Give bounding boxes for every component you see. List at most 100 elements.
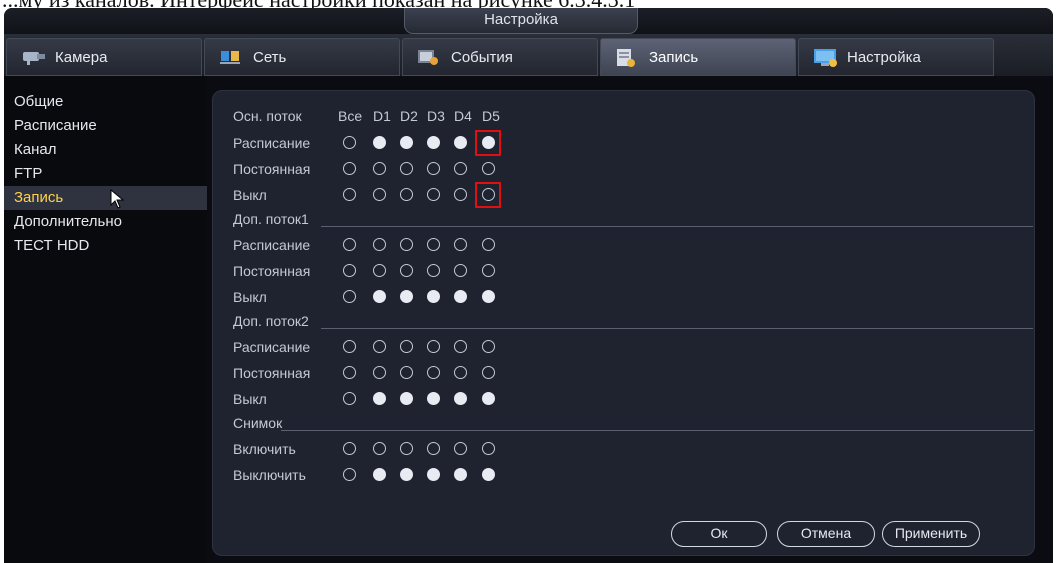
radio-d1[interactable] (373, 442, 386, 455)
radio-d1[interactable] (373, 290, 386, 303)
radio-d1[interactable] (373, 136, 386, 149)
tab-label: Настройка (847, 48, 921, 66)
radio-d5[interactable] (482, 468, 495, 481)
radio-d2[interactable] (400, 162, 413, 175)
radio-d4[interactable] (454, 340, 467, 353)
radio-d3[interactable] (427, 238, 440, 251)
mode-row: Расписание (233, 335, 495, 359)
radio-d3[interactable] (427, 136, 440, 149)
radio-d2[interactable] (400, 290, 413, 303)
radio-d5[interactable] (482, 392, 495, 405)
cancel-button[interactable]: Отмена (777, 521, 875, 547)
tab-settings[interactable]: Настройка (798, 38, 994, 76)
highlight-box (475, 182, 501, 208)
mode-row: Выкл (233, 285, 495, 309)
sidebar-item-record[interactable]: Запись (4, 186, 207, 210)
radio-d5[interactable] (482, 238, 495, 251)
radio-all[interactable] (343, 340, 356, 353)
col-d1-label: D1 (373, 108, 391, 124)
radio-all[interactable] (343, 238, 356, 251)
radio-d1[interactable] (373, 392, 386, 405)
radio-d4[interactable] (454, 188, 467, 201)
radio-all[interactable] (343, 188, 356, 201)
radio-d5[interactable] (482, 264, 495, 277)
radio-d2[interactable] (400, 366, 413, 379)
mode-row-label: Расписание (233, 237, 311, 253)
section-divider (281, 430, 1033, 431)
radio-d5[interactable] (482, 340, 495, 353)
radio-d4[interactable] (454, 162, 467, 175)
radio-all[interactable] (343, 392, 356, 405)
apply-button[interactable]: Применить (882, 521, 980, 547)
tab-label: Сеть (253, 48, 287, 66)
mode-row: Постоянная (233, 157, 495, 181)
radio-d3[interactable] (427, 392, 440, 405)
radio-d3[interactable] (427, 162, 440, 175)
sidebar-item-schedule[interactable]: Расписание (4, 114, 207, 138)
sidebar: Общие Расписание Канал FTP Запись Дополн… (4, 76, 207, 563)
title-bar: Настройка (4, 8, 1053, 34)
radio-d4[interactable] (454, 238, 467, 251)
radio-d2[interactable] (400, 340, 413, 353)
mode-row-label: Включить (233, 441, 296, 457)
radio-d2[interactable] (400, 392, 413, 405)
sidebar-item-channel[interactable]: Канал (4, 138, 207, 162)
radio-d2[interactable] (400, 442, 413, 455)
radio-d1[interactable] (373, 188, 386, 201)
radio-d3[interactable] (427, 264, 440, 277)
radio-d3[interactable] (427, 340, 440, 353)
tab-label: События (451, 48, 513, 66)
ok-button[interactable]: Ок (671, 521, 767, 547)
mode-row-label: Постоянная (233, 263, 311, 279)
radio-all[interactable] (343, 468, 356, 481)
radio-d5[interactable] (482, 162, 495, 175)
radio-d3[interactable] (427, 188, 440, 201)
radio-d4[interactable] (454, 392, 467, 405)
col-d2-label: D2 (400, 108, 418, 124)
radio-all[interactable] (343, 290, 356, 303)
radio-d1[interactable] (373, 340, 386, 353)
radio-d3[interactable] (427, 468, 440, 481)
tab-record[interactable]: Запись (600, 38, 796, 76)
radio-d4[interactable] (454, 468, 467, 481)
radio-d5[interactable] (482, 366, 495, 379)
radio-d2[interactable] (400, 188, 413, 201)
tab-network[interactable]: Сеть (204, 38, 400, 76)
radio-all[interactable] (343, 162, 356, 175)
tab-camera[interactable]: Камера (6, 38, 202, 76)
tab-label: Камера (55, 48, 108, 66)
radio-d1[interactable] (373, 238, 386, 251)
radio-all[interactable] (343, 136, 356, 149)
mode-row: Выкл (233, 387, 495, 411)
mode-row-label: Выкл (233, 187, 267, 203)
radio-d4[interactable] (454, 442, 467, 455)
radio-d1[interactable] (373, 468, 386, 481)
radio-d1[interactable] (373, 366, 386, 379)
radio-all[interactable] (343, 442, 356, 455)
sidebar-item-ftp[interactable]: FTP (4, 162, 207, 186)
sidebar-item-hdd-test[interactable]: ТЕСТ HDD (4, 234, 207, 258)
radio-d2[interactable] (400, 468, 413, 481)
radio-d4[interactable] (454, 264, 467, 277)
radio-d3[interactable] (427, 366, 440, 379)
sidebar-item-general[interactable]: Общие (4, 90, 207, 114)
settings-window: Настройка Камера Сеть События Запись Нас… (4, 8, 1053, 563)
radio-d3[interactable] (427, 442, 440, 455)
radio-d4[interactable] (454, 136, 467, 149)
mode-row: Выключить (233, 463, 495, 487)
radio-d1[interactable] (373, 264, 386, 277)
radio-d2[interactable] (400, 238, 413, 251)
radio-d1[interactable] (373, 162, 386, 175)
radio-d4[interactable] (454, 290, 467, 303)
radio-d5[interactable] (482, 442, 495, 455)
radio-d5[interactable] (482, 290, 495, 303)
sidebar-item-advanced[interactable]: Дополнительно (4, 210, 207, 234)
radio-d3[interactable] (427, 290, 440, 303)
radio-all[interactable] (343, 366, 356, 379)
section-divider (321, 226, 1033, 227)
radio-all[interactable] (343, 264, 356, 277)
radio-d2[interactable] (400, 264, 413, 277)
radio-d2[interactable] (400, 136, 413, 149)
tab-events[interactable]: События (402, 38, 598, 76)
radio-d4[interactable] (454, 366, 467, 379)
